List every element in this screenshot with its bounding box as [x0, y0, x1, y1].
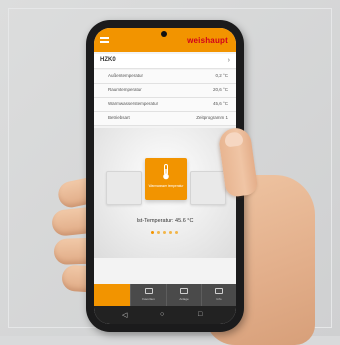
- system-icon: [180, 288, 188, 294]
- reading-label: Raumtemperatur: [108, 87, 142, 92]
- ist-temperature: Ist-Temperatur: 45.6 °C: [136, 218, 194, 224]
- selected-card[interactable]: Warmwasser temperatur: [145, 158, 187, 200]
- device-name: HZK0: [100, 57, 116, 63]
- nav-item-info[interactable]: Info: [201, 284, 236, 306]
- side-card-left[interactable]: [106, 171, 142, 205]
- front-camera: [161, 31, 167, 37]
- page-dot[interactable]: [175, 231, 178, 234]
- list-item: Außentemperatur 0,2 °C: [94, 70, 236, 84]
- thermometer-icon: [163, 164, 169, 180]
- nav-label: Anlage: [179, 297, 189, 301]
- back-icon[interactable]: ◁: [122, 311, 127, 319]
- phone-screen: weishaupt HZK0 › Außentemperatur 0,2 °C …: [94, 28, 236, 324]
- reading-label: Außentemperatur: [108, 73, 144, 78]
- reading-value: 45,6 °C: [212, 101, 228, 106]
- thumbnail: [223, 131, 244, 148]
- reading-label: Betriebsart: [108, 115, 130, 120]
- chevron-right-icon: ›: [227, 57, 230, 64]
- list-item: Betriebsart Zeitprogramm 1: [94, 112, 236, 126]
- nav-item-home[interactable]: [94, 284, 130, 306]
- card-caption: Warmwasser temperatur: [148, 184, 184, 188]
- list-item: Warmwasserstemperatur 45,6 °C: [94, 98, 236, 112]
- readings-list: Außentemperatur 0,2 °C Raumtemperatur 20…: [94, 70, 236, 126]
- info-icon: [215, 288, 223, 294]
- page-dot[interactable]: [157, 231, 160, 234]
- home-icon[interactable]: ○: [160, 311, 164, 318]
- system-navigation-bar: ◁ ○ □: [94, 306, 236, 324]
- reading-value: Zeitprogramm 1: [196, 115, 228, 120]
- star-icon: [144, 288, 153, 294]
- nav-label: Favoriten: [142, 297, 155, 301]
- page-dot[interactable]: [163, 231, 166, 234]
- list-item: Raumtemperatur 20,6 °C: [94, 84, 236, 98]
- side-card-right[interactable]: [190, 171, 226, 205]
- device-selector[interactable]: HZK0 ›: [94, 54, 236, 69]
- reading-value: 0,2 °C: [215, 73, 228, 78]
- menu-icon[interactable]: [100, 37, 109, 43]
- page-indicator: [151, 231, 181, 235]
- nav-item-favoriten[interactable]: Favoriten: [130, 284, 166, 306]
- page-dot[interactable]: [169, 231, 172, 234]
- reading-label: Warmwasserstemperatur: [108, 101, 159, 106]
- page-dot[interactable]: [151, 231, 154, 234]
- nav-item-anlage[interactable]: Anlage: [166, 284, 201, 306]
- brand-logo: weishaupt: [187, 36, 228, 45]
- reading-value: 20,6 °C: [212, 87, 228, 92]
- nav-label: Info: [216, 297, 222, 301]
- recent-apps-icon[interactable]: □: [198, 311, 202, 318]
- bottom-navigation: Favoriten Anlage Info: [94, 284, 236, 306]
